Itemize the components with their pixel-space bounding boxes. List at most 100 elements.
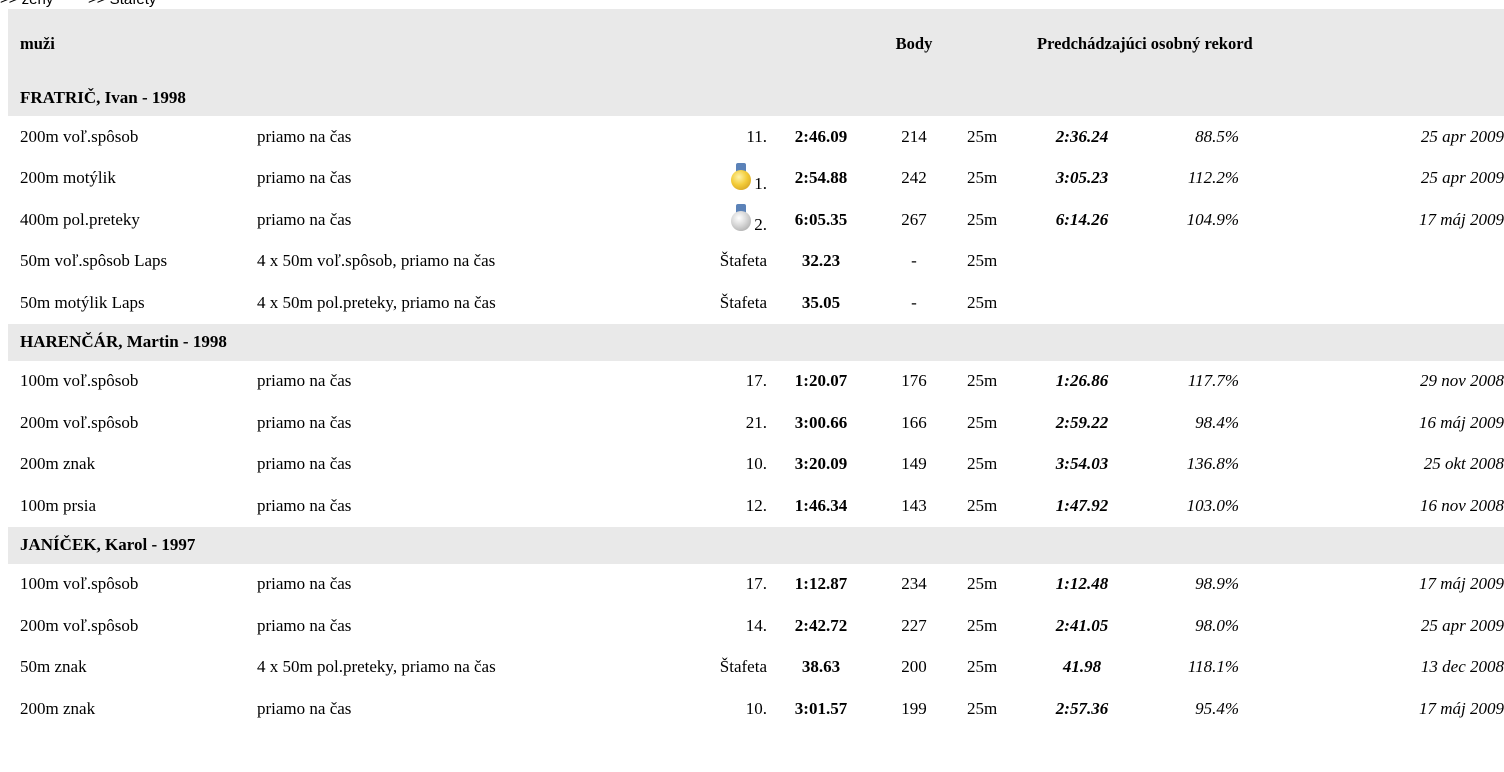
pb-percentage: 95.4% (1195, 698, 1239, 718)
place-cell: 12. (690, 485, 767, 527)
pb-percentage: 98.9% (1195, 574, 1239, 594)
pb-date: 16 máj 2009 (1419, 412, 1504, 432)
silver-medal-icon (730, 204, 752, 234)
swimmer-header-row: HARENČÁR, Martin - 1998 (8, 323, 1504, 361)
swimmer-name: FRATRIČ, Ivan - 1998 (8, 79, 1504, 116)
pb-percentage: 112.2% (1187, 168, 1239, 188)
previous-pb-time (1025, 241, 1139, 283)
points-value: - (911, 251, 917, 271)
place-cell: Štafeta (690, 282, 767, 324)
result-row: 200m motýlik priamo na čas 1. 2:54.88 242 25m… (8, 158, 1504, 200)
result-row: 400m pol.preteky priamo na čas 2. 6:05.35 26… (8, 199, 1504, 241)
place-text: 17. (745, 371, 767, 391)
heat-type: priamo na čas (257, 126, 352, 146)
place-text: Štafeta (719, 657, 767, 677)
result-time: 6:05.35 (794, 209, 848, 229)
swimmer-header-row: JANÍČEK, Karol - 1997 (8, 526, 1504, 564)
pb-percentage: 98.0% (1195, 615, 1239, 635)
points-header: Body (875, 9, 953, 79)
place-cell: Štafeta (690, 241, 767, 283)
points-value: 267 (901, 209, 927, 229)
place-cell: 17. (690, 361, 767, 403)
place-cell: 10. (690, 444, 767, 486)
result-time: 32.23 (801, 251, 841, 271)
place-text: 1. (754, 173, 767, 193)
results-table: muži Body Predchádzajúci osobný rekord F… (8, 9, 1504, 730)
pool-length: 25m (967, 292, 998, 312)
event-name: 100m voľ.spôsob (20, 371, 139, 391)
result-time: 3:00.66 (794, 412, 848, 432)
pb-date (1239, 241, 1504, 283)
place-cell: 14. (690, 605, 767, 647)
heat-type: priamo na čas (257, 209, 352, 229)
heat-type: priamo na čas (257, 168, 352, 188)
previous-pb-time (1025, 282, 1139, 324)
event-name: 200m voľ.spôsob (20, 412, 139, 432)
pb-percentage: 117.7% (1187, 371, 1239, 391)
result-time: 2:54.88 (794, 168, 848, 188)
pb-date: 17 máj 2009 (1419, 209, 1504, 229)
pool-length: 25m (967, 657, 998, 677)
pool-length: 25m (967, 371, 998, 391)
event-name: 200m znak (20, 698, 96, 718)
top-navigation: >> ženy >> Štafety (0, 0, 156, 9)
heat-type: priamo na čas (257, 495, 352, 515)
table-header-row: muži Body Predchádzajúci osobný rekord (8, 9, 1504, 79)
result-row: 100m voľ.spôsob priamo na čas 17. 1:12.87 23… (8, 564, 1504, 606)
points-value: 166 (901, 412, 927, 432)
result-time: 38.63 (801, 657, 841, 677)
result-row: 50m znak 4 x 50m pol.preteky, priamo na č… (8, 647, 1504, 689)
event-name: 50m voľ.spôsob Laps (20, 251, 168, 271)
previous-pb-time: 1:47.92 (1055, 495, 1109, 515)
pb-percentage: 98.4% (1195, 412, 1239, 432)
result-time: 1:12.87 (794, 574, 848, 594)
pb-percentage: 104.9% (1186, 209, 1239, 229)
heat-type: priamo na čas (257, 698, 352, 718)
women-results-link[interactable]: >> ženy (0, 0, 53, 8)
pool-length: 25m (967, 574, 998, 594)
previous-pb-time: 2:41.05 (1055, 615, 1109, 635)
category-header: muži (8, 9, 245, 79)
event-name: 200m voľ.spôsob (20, 615, 139, 635)
previous-pb-time: 2:36.24 (1055, 126, 1109, 146)
pb-date: 17 máj 2009 (1419, 698, 1504, 718)
place-text: 11. (746, 126, 767, 146)
place-text: Štafeta (719, 251, 767, 271)
pb-date: 25 apr 2009 (1420, 168, 1504, 188)
result-row: 100m voľ.spôsob priamo na čas 17. 1:20.07 17… (8, 361, 1504, 403)
result-time: 3:20.09 (794, 454, 848, 474)
pool-length: 25m (967, 412, 998, 432)
place-text: 14. (745, 615, 767, 635)
event-name: 200m voľ.spôsob (20, 126, 139, 146)
previous-pb-time: 2:59.22 (1055, 412, 1109, 432)
points-value: 214 (901, 126, 927, 146)
points-value: 242 (901, 168, 927, 188)
result-row: 50m voľ.spôsob Laps 4 x 50m voľ.spôsob, p… (8, 241, 1504, 283)
event-name: 50m motýlik Laps (20, 292, 145, 312)
points-value: 149 (901, 454, 927, 474)
pb-percentage: 88.5% (1195, 126, 1239, 146)
pb-percentage: 103.0% (1186, 495, 1239, 515)
pb-date: 16 nov 2008 (1419, 495, 1504, 515)
heat-type: 4 x 50m pol.preteky, priamo na čas (257, 292, 496, 312)
pool-length: 25m (967, 495, 998, 515)
result-time: 2:46.09 (794, 126, 848, 146)
place-text: 10. (745, 698, 767, 718)
place-text: 21. (745, 412, 767, 432)
heat-type: priamo na čas (257, 454, 352, 474)
points-value: - (911, 292, 917, 312)
previous-pb-time: 3:54.03 (1055, 454, 1109, 474)
event-name: 200m znak (20, 454, 96, 474)
swimmer-name: HARENČÁR, Martin - 1998 (8, 323, 1504, 361)
pool-length: 25m (967, 126, 998, 146)
result-time: 35.05 (801, 292, 841, 312)
place-cell: 2. (690, 199, 767, 241)
pb-date: 29 nov 2008 (1419, 371, 1504, 391)
pb-date: 13 dec 2008 (1420, 657, 1504, 677)
relays-results-link[interactable]: >> Štafety (88, 0, 156, 8)
pool-length: 25m (967, 454, 998, 474)
event-name: 100m prsia (20, 495, 97, 515)
pool-length: 25m (967, 698, 998, 718)
swimmer-header-row: FRATRIČ, Ivan - 1998 (8, 79, 1504, 116)
result-row: 200m voľ.spôsob priamo na čas 11. 2:46.09 21… (8, 116, 1504, 158)
